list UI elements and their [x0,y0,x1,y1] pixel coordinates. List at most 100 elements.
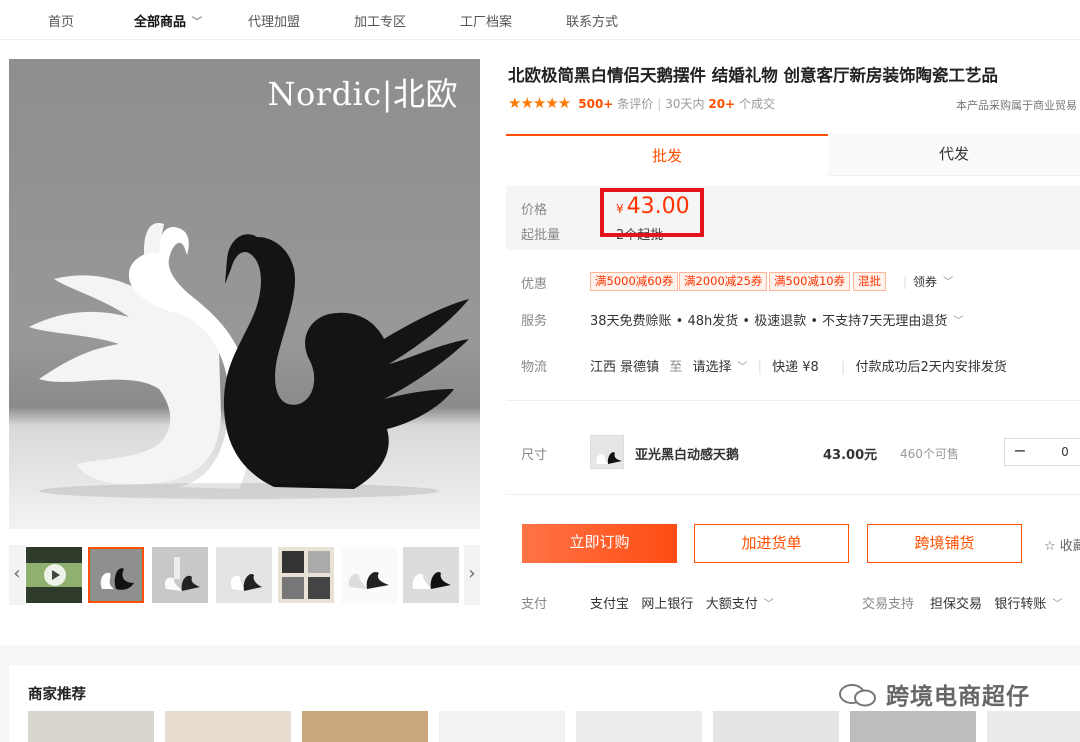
trade-methods[interactable]: 担保交易 银行转账 ﹀ [930,593,1062,612]
sku-thumbnail[interactable] [590,435,624,469]
divider [506,494,1080,495]
recommend-item[interactable] [302,711,428,742]
swan-thumb-image [596,452,622,464]
dispatch-time: 付款成功后2天内安排发货 [855,360,1007,375]
watermark-text: 跨境电商超仔 [886,684,1030,710]
recommend-title: 商家推荐 [28,687,86,703]
payment-methods[interactable]: 支付宝 网上银行 大额支付 ﹀ [590,593,774,612]
swan-thumb-image [412,571,451,589]
claim-coupons-label: 领券 [913,275,938,289]
recommend-item[interactable] [987,711,1080,742]
destination-select[interactable]: 请选择 ﹀ [692,360,747,375]
play-icon [44,564,66,586]
chevron-down-icon: ﹀ [737,362,748,373]
price: ¥43.00 [616,194,690,219]
service-text: 38天免费赊账 • 48h发货 • 极速退款 • 不支持7天无理由退货 [590,314,948,329]
divider: | [840,360,846,375]
shipping-fee: 快递 ¥8 [772,360,819,375]
thumbnail-video[interactable] [26,547,82,603]
payment-label: 支付 [521,597,548,612]
divider [506,400,1080,401]
swan-sculpture-image [29,223,469,499]
service-dropdown[interactable]: 38天免费赊账 • 48h发货 • 极速退款 • 不支持7天无理由退货 ﹀ [590,310,963,329]
nav-factory[interactable]: 工厂档案 [460,11,512,30]
sales-count: 20+ [708,97,736,111]
swan-thumb-image [164,557,200,591]
chevron-down-icon: ﹀ [763,599,774,610]
decrement-button[interactable]: − [1005,439,1035,465]
trade-methods-text: 担保交易 银行转账 [930,597,1047,612]
promo-label: 优惠 [521,277,548,292]
thumbnail-3[interactable] [216,547,272,603]
recommend-item[interactable] [850,711,976,742]
sku-stock: 460个可售 [900,447,959,461]
trade-notice: 本产品采购属于商业贸易 [956,99,1077,112]
nav-processing[interactable]: 加工专区 [354,11,406,30]
thumbnail-strip: ‹ › [9,545,480,605]
min-order-label: 起批量 [521,228,561,243]
reviews-count[interactable]: 500+ [578,97,613,111]
recommend-item[interactable] [28,711,154,742]
divider: | [903,275,908,289]
cross-border-button[interactable]: 跨境铺货 [867,524,1022,563]
recommend-item[interactable] [165,711,291,742]
tab-dropship[interactable]: 代发 [828,134,1080,176]
nav-all-products-label: 全部商品 [134,15,187,30]
chevron-down-icon: ﹀ [943,277,954,288]
swan-thumb-image [230,573,262,591]
logistics-label: 物流 [521,360,548,375]
thumbnail-5[interactable] [341,547,397,603]
recommend-item[interactable] [713,711,839,742]
swan-thumb-image [100,568,134,590]
trade-support-label: 交易支持 [862,597,915,612]
ship-origin: 江西 景德镇 [590,360,660,375]
nav-all-products[interactable]: 全部商品 ﹀ [134,11,202,30]
buy-now-button[interactable]: 立即订购 [522,524,677,563]
divider: | [757,360,762,375]
tab-wholesale[interactable]: 批发 [506,134,828,176]
sku-price: 43.00元 [823,448,878,463]
chevron-down-icon: ﹀ [192,17,203,28]
quantity-stepper: − 0 [1004,438,1080,466]
rating-stars-icon: ★★★★★ [508,94,571,112]
recommend-item[interactable] [576,711,702,742]
coupon-badge[interactable]: 满5000减60券 [590,272,679,291]
nav-contact[interactable]: 联系方式 [566,11,618,30]
purchase-tabs: 批发 代发 [506,134,1080,176]
favorite-button[interactable]: ☆ 收藏 [1044,535,1080,554]
coupon-badge[interactable]: 满2000减25券 [679,272,768,291]
chevron-down-icon: ﹀ [953,316,964,327]
wechat-icon [839,684,876,707]
add-to-cart-button[interactable]: 加进货单 [694,524,849,563]
ship-to-label: 至 [669,360,683,375]
main-product-image[interactable]: Nordic|北欧 [9,59,480,529]
thumbnail-4[interactable] [278,547,334,603]
currency-symbol: ¥ [616,202,624,216]
thumbnail-2[interactable] [152,547,208,603]
sku-name: 亚光黑白动感天鹅 [635,448,740,463]
product-title: 北欧极简黑白情侣天鹅摆件 结婚礼物 创意客厅新房装饰陶瓷工艺品 [508,66,998,85]
nav-agency[interactable]: 代理加盟 [248,11,300,30]
reviews-label: 条评价 [617,97,654,111]
chevron-right-icon[interactable]: › [464,545,480,605]
price-value: 43.00 [626,194,690,219]
recommend-item[interactable] [439,711,565,742]
payment-methods-text: 支付宝 网上银行 大额支付 [590,597,758,612]
destination-label: 请选择 [692,360,732,375]
rating-row: ★★★★★ 500+ 条评价 | 30天内 20+ 个成交 [508,94,775,112]
period-label: 30天内 [665,97,705,111]
swan-thumb-image [348,571,389,589]
thumbnail-6[interactable] [403,547,459,603]
price-label: 价格 [521,203,548,218]
chevron-left-icon[interactable]: ‹ [9,545,25,605]
thumbnail-1[interactable] [88,547,144,603]
top-nav: 首页 全部商品 ﹀ 代理加盟 加工专区 工厂档案 联系方式 [0,0,1080,40]
coupon-badge[interactable]: 满500减10券 [769,272,851,291]
claim-coupons-link[interactable]: | 领券 ﹀ [903,273,953,290]
divider: | [657,97,662,111]
mixed-batch-badge: 混批 [853,272,886,291]
sku-label: 尺寸 [521,448,548,463]
service-label: 服务 [521,314,548,329]
nav-home[interactable]: 首页 [48,11,74,30]
quantity-input[interactable]: 0 [1045,439,1080,465]
